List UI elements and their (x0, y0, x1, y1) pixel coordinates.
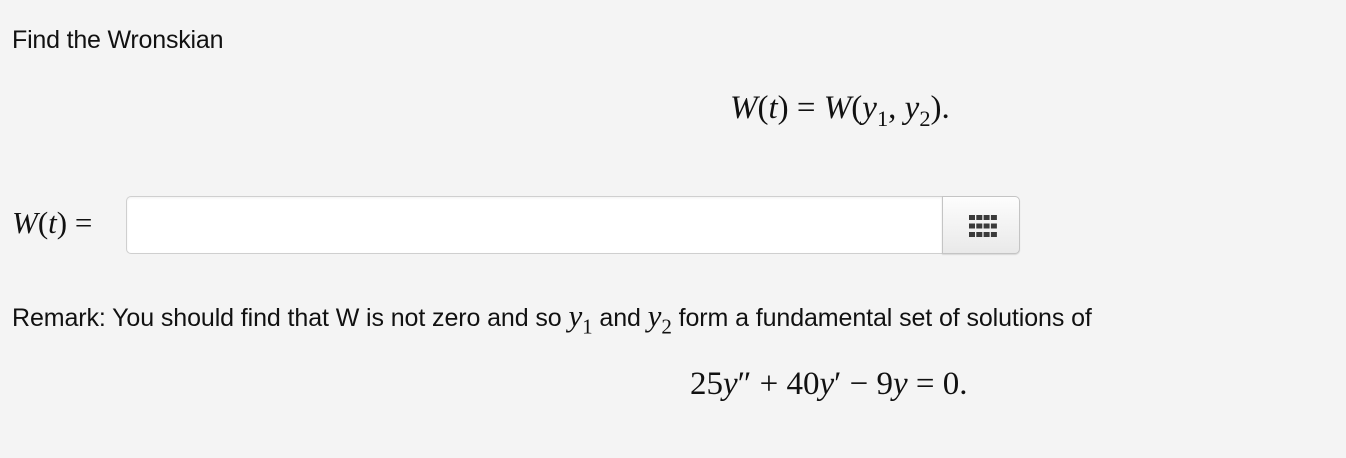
keypad-grid-icon (969, 215, 997, 237)
wronskian-answer-input[interactable] (126, 196, 942, 254)
problem-title: Find the Wronskian (12, 26, 224, 54)
remark-text: Remark: You should find that W is not ze… (12, 298, 1092, 339)
math-keypad-button[interactable] (942, 196, 1020, 254)
answer-label: W(t) = (12, 205, 93, 240)
wronskian-definition-equation: W(t) = W(y1, y2). (730, 90, 950, 131)
differential-equation: 25y″ + 40y′ − 9y = 0. (690, 366, 968, 402)
